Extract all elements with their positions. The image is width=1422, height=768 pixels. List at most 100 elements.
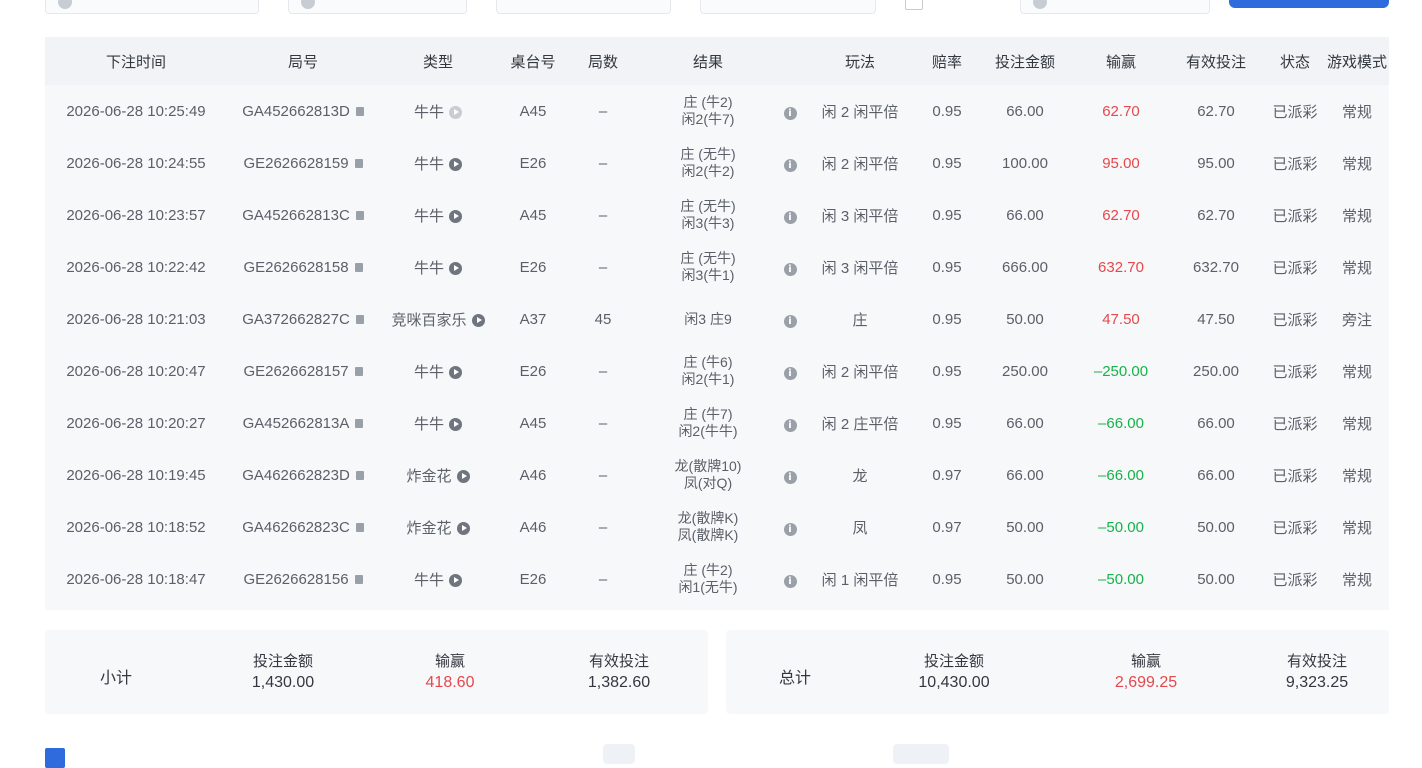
info-icon[interactable]: i [783, 522, 797, 536]
odds: 0.97 [932, 518, 962, 536]
play-replay-icon[interactable] [449, 158, 462, 172]
play-replay-icon[interactable] [449, 366, 462, 380]
info-icon[interactable]: i [783, 158, 797, 172]
filter-date-end[interactable] [700, 0, 876, 14]
bet-type: 龙 [852, 467, 868, 485]
info-cell: i [779, 345, 801, 397]
game-mode: 常规 [1341, 571, 1372, 589]
play-replay-icon[interactable] [456, 470, 470, 484]
play-replay-icon[interactable] [449, 262, 462, 276]
copy-icon[interactable] [354, 159, 363, 169]
subtotal-winloss: 输赢 418.60 [380, 652, 520, 694]
subtotal-amount-label: 投注金额 [252, 653, 313, 670]
play-replay-icon[interactable] [449, 418, 462, 432]
filter-bar [45, 0, 1390, 14]
subtotal-valid-value: 1,382.60 [587, 674, 651, 691]
copy-icon[interactable] [355, 211, 364, 221]
info-icon[interactable]: i [783, 314, 797, 328]
copy-icon[interactable] [355, 419, 364, 429]
table-row: 2026-06-28 10:24:55 GE2626628159 牛牛 E26 – 庄 (… [45, 137, 1389, 189]
select-all-checkbox[interactable] [45, 748, 65, 768]
header-bet-type: 玩法 [844, 53, 875, 71]
copy-icon[interactable] [354, 263, 363, 273]
winloss: –50.00 [1098, 570, 1144, 588]
game-type-cell: 牛牛 [379, 241, 497, 293]
info-icon[interactable]: i [783, 106, 797, 120]
table-row: 2026-06-28 10:18:52 GA462662823C 炸金花 A46 – 龙(… [45, 501, 1389, 553]
bet-type: 闲 2 闲平倍 [821, 363, 899, 381]
status: 已派彩 [1272, 207, 1318, 225]
info-icon[interactable]: i [783, 366, 797, 380]
copy-icon[interactable] [355, 471, 364, 481]
round-id: GE2626628158 [243, 258, 349, 276]
round-id-cell: GA372662827C [227, 293, 379, 345]
filter-select-2[interactable] [288, 0, 467, 14]
odds: 0.95 [932, 570, 962, 588]
table-row: 2026-06-28 10:18:47 GE2626628156 牛牛 E26 – 庄 (… [45, 553, 1389, 605]
result-cell: 庄 (牛7) 闲2(牛牛) [637, 397, 779, 449]
bet-type: 闲 3 闲平倍 [821, 207, 899, 225]
result-line-1: 龙(散牌10) [674, 458, 742, 474]
search-button[interactable] [1229, 0, 1389, 8]
valid-bet: 250.00 [1193, 362, 1239, 380]
result-line-1: 龙(散牌K) [677, 510, 739, 526]
round-id-search-input[interactable] [1020, 0, 1210, 14]
play-replay-icon[interactable] [456, 522, 470, 536]
filter-checkbox[interactable] [905, 0, 923, 10]
bet-amount: 666.00 [1002, 258, 1048, 276]
info-icon[interactable]: i [783, 262, 797, 276]
info-icon[interactable]: i [783, 574, 797, 588]
filter-date-start[interactable] [496, 0, 671, 14]
round-id: GE2626628156 [243, 570, 349, 588]
result-cell: 庄 (无牛) 闲3(牛3) [637, 189, 779, 241]
header-odds: 赔率 [931, 53, 962, 71]
play-replay-icon[interactable] [471, 314, 485, 328]
game-type: 炸金花 [406, 519, 452, 537]
result-line-1: 庄 (无牛) [680, 198, 736, 214]
filter-select-1[interactable] [45, 0, 259, 14]
header-mode: 游戏模式 [1326, 53, 1387, 71]
copy-icon[interactable] [354, 575, 363, 585]
game-mode: 常规 [1341, 415, 1372, 433]
copy-icon[interactable] [355, 315, 364, 325]
copy-icon[interactable] [354, 367, 363, 377]
copy-icon[interactable] [355, 107, 364, 117]
header-result: 结果 [692, 53, 723, 71]
valid-bet: 62.70 [1197, 102, 1235, 120]
info-icon[interactable]: i [783, 418, 797, 432]
page-jump-input[interactable] [893, 744, 949, 764]
table-no: E26 [519, 362, 547, 380]
play-replay-icon[interactable] [449, 210, 462, 224]
game-type-cell: 牛牛 [379, 397, 497, 449]
game-type-cell: 牛牛 [379, 85, 497, 137]
table-row: 2026-06-28 10:20:27 GA452662813A 牛牛 A45 – 庄 (… [45, 397, 1389, 449]
info-cell: i [779, 553, 801, 605]
odds: 0.95 [932, 206, 962, 224]
table-no: A46 [519, 518, 547, 536]
bet-amount: 100.00 [1002, 154, 1048, 172]
round-id: GA372662827C [242, 310, 350, 328]
round-id: GE2626628159 [243, 154, 349, 172]
total-card: 总计 投注金额 10,430.00 输赢 2,699.25 有效投注 9,323… [726, 630, 1389, 714]
info-icon[interactable]: i [783, 210, 797, 224]
bet-time: 2026-06-28 10:25:49 [66, 102, 206, 120]
table-row: 2026-06-28 10:23:57 GA452662813C 牛牛 A45 – 庄 (… [45, 189, 1389, 241]
winloss: 95.00 [1102, 154, 1140, 172]
bet-time: 2026-06-28 10:18:52 [66, 518, 206, 536]
winloss: 62.70 [1102, 206, 1140, 224]
current-page-box[interactable] [603, 744, 635, 764]
odds: 0.95 [932, 362, 962, 380]
play-replay-icon[interactable] [449, 574, 462, 588]
game-type-cell: 炸金花 [379, 501, 497, 553]
result-line-2: 闲3(牛1) [681, 267, 735, 283]
round-id-cell: GE2626628158 [227, 241, 379, 293]
round-count: – [598, 466, 608, 484]
result-line-2: 闲2(牛2) [681, 163, 735, 179]
game-mode: 旁注 [1341, 311, 1372, 329]
play-replay-icon[interactable] [449, 106, 462, 120]
table-row: 2026-06-28 10:19:45 GA462662823D 炸金花 A46 – 龙(… [45, 449, 1389, 501]
status: 已派彩 [1272, 259, 1318, 277]
header-amount: 投注金额 [994, 53, 1055, 71]
info-icon[interactable]: i [783, 470, 797, 484]
copy-icon[interactable] [355, 523, 364, 533]
